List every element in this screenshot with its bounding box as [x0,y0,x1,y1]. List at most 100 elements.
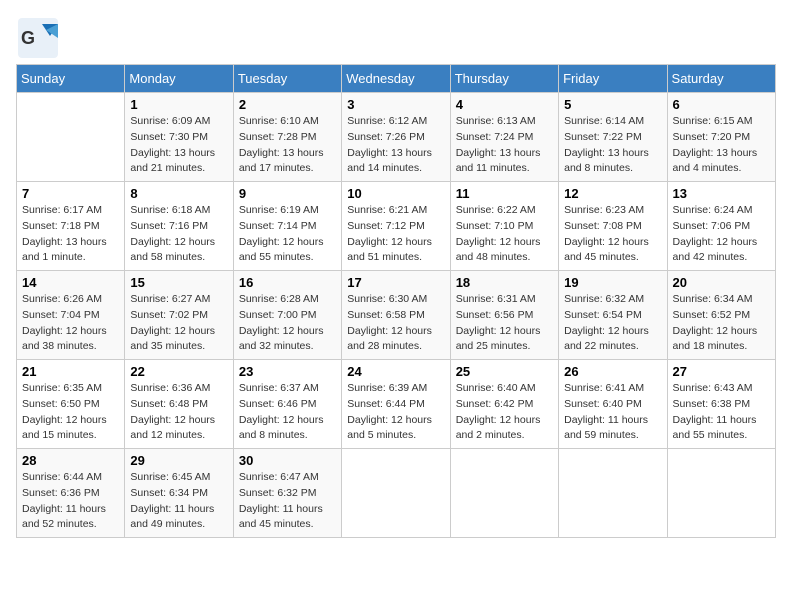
day-number: 17 [347,275,444,290]
calendar-cell: 1Sunrise: 6:09 AMSunset: 7:30 PMDaylight… [125,93,233,182]
day-number: 28 [22,453,119,468]
day-info: Sunrise: 6:47 AMSunset: 6:32 PMDaylight:… [239,470,336,533]
day-number: 7 [22,186,119,201]
calendar-cell: 9Sunrise: 6:19 AMSunset: 7:14 PMDaylight… [233,182,341,271]
day-number: 22 [130,364,227,379]
calendar-cell: 8 Sunrise: 6:18 AMSunset: 7:16 PMDaylight… [125,182,233,271]
day-info: Sunrise: 6:45 AMSunset: 6:34 PMDaylight:… [130,470,227,533]
day-info: Sunrise: 6:28 AMSunset: 7:00 PMDaylight:… [239,292,336,355]
calendar-cell: 16 Sunrise: 6:28 AMSunset: 7:00 PMDayligh… [233,271,341,360]
calendar-cell: 12 Sunrise: 6:23 AMSunset: 7:08 PMDayligh… [559,182,667,271]
day-info: Sunrise: 6:24 AMSunset: 7:06 PMDaylight:… [673,203,770,266]
day-number: 18 [456,275,553,290]
calendar-cell: 20 Sunrise: 6:34 AMSunset: 6:52 PMDayligh… [667,271,775,360]
day-info: Sunrise: 6:39 AMSunset: 6:44 PMDaylight:… [347,381,444,444]
day-number: 19 [564,275,661,290]
logo-icon: G [16,16,56,56]
week-row-4: 21 Sunrise: 6:35 AMSunset: 6:50 PMDayligh… [17,360,776,449]
day-header-tuesday: Tuesday [233,65,341,93]
day-number: 24 [347,364,444,379]
day-info: Sunrise: 6:40 AMSunset: 6:42 PMDaylight:… [456,381,553,444]
day-number: 29 [130,453,227,468]
calendar-cell [17,93,125,182]
day-number: 1 [130,97,227,112]
day-info: Sunrise: 6:18 AMSunset: 7:16 PMDaylight:… [130,203,227,266]
day-number: 20 [673,275,770,290]
calendar-cell: 28Sunrise: 6:44 AMSunset: 6:36 PMDayligh… [17,449,125,538]
day-info: Sunrise: 6:41 AMSunset: 6:40 PMDaylight:… [564,381,661,444]
calendar-cell [667,449,775,538]
logo: G [16,16,60,56]
calendar-cell: 24 Sunrise: 6:39 AMSunset: 6:44 PMDayligh… [342,360,450,449]
day-info: Sunrise: 6:35 AMSunset: 6:50 PMDaylight:… [22,381,119,444]
day-info: Sunrise: 6:10 AMSunset: 7:28 PMDaylight:… [239,114,336,177]
calendar-cell: 5 Sunrise: 6:14 AMSunset: 7:22 PMDaylight… [559,93,667,182]
day-info: Sunrise: 6:32 AMSunset: 6:54 PMDaylight:… [564,292,661,355]
calendar-cell: 14 Sunrise: 6:26 AMSunset: 7:04 PMDayligh… [17,271,125,360]
page-header: G [16,16,776,56]
calendar-cell: 7Sunrise: 6:17 AMSunset: 7:18 PMDaylight… [17,182,125,271]
day-number: 12 [564,186,661,201]
week-row-5: 28Sunrise: 6:44 AMSunset: 6:36 PMDayligh… [17,449,776,538]
day-number: 13 [673,186,770,201]
calendar-cell: 26 Sunrise: 6:41 AMSunset: 6:40 PMDayligh… [559,360,667,449]
calendar-cell: 25 Sunrise: 6:40 AMSunset: 6:42 PMDayligh… [450,360,558,449]
day-number: 10 [347,186,444,201]
calendar-cell: 3Sunrise: 6:12 AMSunset: 7:26 PMDaylight… [342,93,450,182]
day-header-saturday: Saturday [667,65,775,93]
day-number: 21 [22,364,119,379]
day-number: 14 [22,275,119,290]
calendar-cell: 30 Sunrise: 6:47 AMSunset: 6:32 PMDayligh… [233,449,341,538]
calendar-cell: 6 Sunrise: 6:15 AMSunset: 7:20 PMDaylight… [667,93,775,182]
day-info: Sunrise: 6:27 AMSunset: 7:02 PMDaylight:… [130,292,227,355]
calendar-cell: 2 Sunrise: 6:10 AMSunset: 7:28 PMDaylight… [233,93,341,182]
calendar-cell: 27 Sunrise: 6:43 AMSunset: 6:38 PMDayligh… [667,360,775,449]
calendar-cell: 15 Sunrise: 6:27 AMSunset: 7:02 PMDayligh… [125,271,233,360]
week-row-1: 1Sunrise: 6:09 AMSunset: 7:30 PMDaylight… [17,93,776,182]
day-info: Sunrise: 6:31 AMSunset: 6:56 PMDaylight:… [456,292,553,355]
day-info: Sunrise: 6:19 AMSunset: 7:14 PMDaylight:… [239,203,336,266]
day-info: Sunrise: 6:30 AMSunset: 6:58 PMDaylight:… [347,292,444,355]
day-number: 25 [456,364,553,379]
day-info: Sunrise: 6:21 AMSunset: 7:12 PMDaylight:… [347,203,444,266]
calendar-table: SundayMondayTuesdayWednesdayThursdayFrid… [16,64,776,538]
day-number: 2 [239,97,336,112]
days-header-row: SundayMondayTuesdayWednesdayThursdayFrid… [17,65,776,93]
day-number: 8 [130,186,227,201]
day-info: Sunrise: 6:26 AMSunset: 7:04 PMDaylight:… [22,292,119,355]
day-number: 26 [564,364,661,379]
day-info: Sunrise: 6:34 AMSunset: 6:52 PMDaylight:… [673,292,770,355]
day-number: 4 [456,97,553,112]
day-info: Sunrise: 6:23 AMSunset: 7:08 PMDaylight:… [564,203,661,266]
calendar-cell: 23Sunrise: 6:37 AMSunset: 6:46 PMDayligh… [233,360,341,449]
day-number: 27 [673,364,770,379]
day-header-friday: Friday [559,65,667,93]
calendar-cell: 13 Sunrise: 6:24 AMSunset: 7:06 PMDayligh… [667,182,775,271]
day-number: 6 [673,97,770,112]
day-number: 15 [130,275,227,290]
day-number: 16 [239,275,336,290]
day-info: Sunrise: 6:22 AMSunset: 7:10 PMDaylight:… [456,203,553,266]
svg-text:G: G [21,28,35,48]
day-number: 30 [239,453,336,468]
calendar-cell: 11Sunrise: 6:22 AMSunset: 7:10 PMDayligh… [450,182,558,271]
calendar-cell [450,449,558,538]
calendar-cell [342,449,450,538]
day-info: Sunrise: 6:12 AMSunset: 7:26 PMDaylight:… [347,114,444,177]
day-info: Sunrise: 6:43 AMSunset: 6:38 PMDaylight:… [673,381,770,444]
calendar-cell: 17 Sunrise: 6:30 AMSunset: 6:58 PMDayligh… [342,271,450,360]
day-info: Sunrise: 6:37 AMSunset: 6:46 PMDaylight:… [239,381,336,444]
calendar-cell: 21 Sunrise: 6:35 AMSunset: 6:50 PMDayligh… [17,360,125,449]
day-header-monday: Monday [125,65,233,93]
day-number: 5 [564,97,661,112]
day-info: Sunrise: 6:13 AMSunset: 7:24 PMDaylight:… [456,114,553,177]
day-info: Sunrise: 6:14 AMSunset: 7:22 PMDaylight:… [564,114,661,177]
calendar-cell: 4 Sunrise: 6:13 AMSunset: 7:24 PMDaylight… [450,93,558,182]
day-header-sunday: Sunday [17,65,125,93]
calendar-cell: 22 Sunrise: 6:36 AMSunset: 6:48 PMDayligh… [125,360,233,449]
calendar-cell: 29 Sunrise: 6:45 AMSunset: 6:34 PMDayligh… [125,449,233,538]
day-info: Sunrise: 6:15 AMSunset: 7:20 PMDaylight:… [673,114,770,177]
day-info: Sunrise: 6:36 AMSunset: 6:48 PMDaylight:… [130,381,227,444]
day-header-thursday: Thursday [450,65,558,93]
week-row-2: 7Sunrise: 6:17 AMSunset: 7:18 PMDaylight… [17,182,776,271]
